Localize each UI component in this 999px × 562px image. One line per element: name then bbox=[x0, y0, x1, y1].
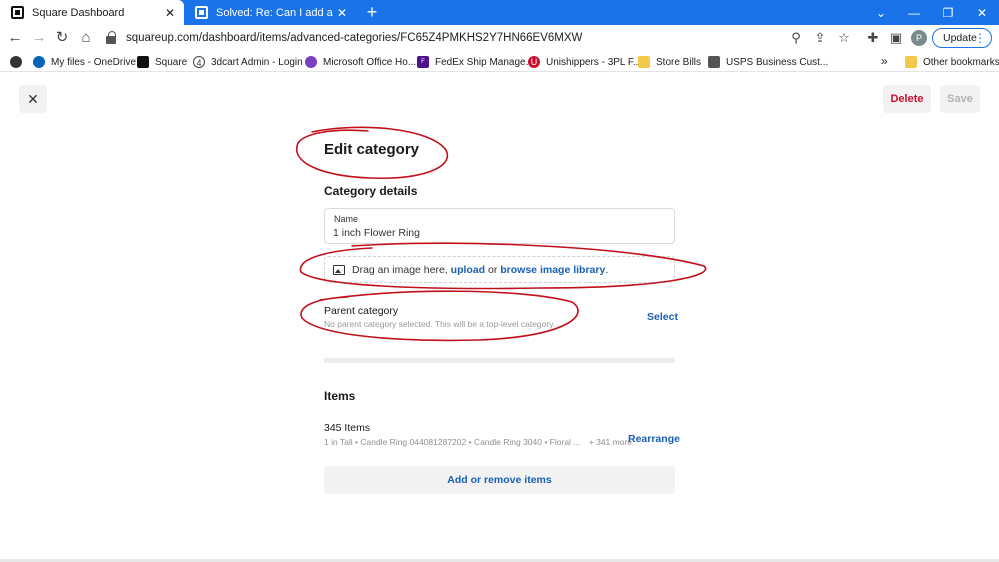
category-details-heading: Category details bbox=[324, 184, 418, 198]
bookmark-label: 3dcart Admin - Login bbox=[211, 56, 303, 68]
bookmark-fedex[interactable]: F FedEx Ship Manage... bbox=[417, 55, 534, 69]
bookmark-square[interactable]: Square bbox=[137, 55, 187, 69]
bookmark-microsoft-office[interactable]: Microsoft Office Ho... bbox=[305, 55, 416, 69]
square-logo-icon bbox=[137, 56, 149, 68]
tab-strip: Square Dashboard ✕ Solved: Re: Can I add… bbox=[0, 0, 999, 25]
items-preview-text: 1 in Tall • Candle Ring 044081287202 • C… bbox=[324, 437, 581, 447]
delete-button[interactable]: Delete bbox=[883, 85, 931, 113]
tab-close-icon[interactable]: ✕ bbox=[162, 6, 178, 20]
minimize-icon[interactable]: — bbox=[897, 0, 931, 25]
bookmark-label: Other bookmarks bbox=[923, 56, 999, 68]
name-field[interactable]: Name bbox=[324, 208, 675, 244]
bookmark-store-bills[interactable]: Store Bills bbox=[638, 55, 701, 69]
save-button[interactable]: Save bbox=[940, 85, 980, 113]
image-icon bbox=[333, 264, 345, 275]
folder-icon bbox=[638, 56, 650, 68]
side-panel-icon[interactable]: ▣ bbox=[887, 29, 905, 47]
url-text: squareup.com/dashboard/items/advanced-ca… bbox=[126, 32, 583, 44]
bookmark-unishippers[interactable]: U Unishippers - 3PL F... bbox=[528, 55, 641, 69]
items-more-count: + 341 more bbox=[588, 437, 633, 447]
bookmark-onedrive[interactable]: My files - OneDrive bbox=[33, 55, 136, 69]
office-icon bbox=[305, 56, 317, 68]
tab-square-dashboard[interactable]: Square Dashboard ✕ bbox=[0, 0, 184, 25]
bookmark-3dcart[interactable]: 4 3dcart Admin - Login bbox=[193, 55, 303, 69]
bookmark-label: Store Bills bbox=[656, 56, 702, 68]
dropzone-or: or bbox=[488, 263, 498, 276]
tab-search-icon[interactable]: ⌄ bbox=[864, 0, 898, 25]
bookmarks-bar: My files - OneDrive Square 4 3dcart Admi… bbox=[0, 52, 999, 72]
profile-avatar[interactable]: P bbox=[911, 30, 927, 46]
browser-window: Square Dashboard ✕ Solved: Re: Can I add… bbox=[0, 0, 999, 562]
bookmark-label: Unishippers - 3PL F... bbox=[546, 56, 642, 68]
folder-icon bbox=[905, 56, 917, 68]
menu-dots-icon[interactable]: ⋮ bbox=[974, 29, 986, 47]
page-title: Edit category bbox=[324, 141, 420, 158]
new-tab-button[interactable]: + bbox=[362, 2, 382, 22]
parent-category-title: Parent category bbox=[324, 305, 399, 317]
tab-close-icon[interactable]: ✕ bbox=[334, 6, 350, 20]
bookmark-label: Microsoft Office Ho... bbox=[323, 56, 417, 68]
parent-category-subtitle: No parent category selected. This will b… bbox=[324, 319, 556, 329]
chrome-icon bbox=[10, 56, 22, 68]
browse-library-link[interactable]: browse image library bbox=[500, 264, 605, 276]
restore-icon[interactable]: ❐ bbox=[931, 0, 965, 25]
window-close-icon[interactable]: ✕ bbox=[965, 0, 999, 25]
3dcart-icon: 4 bbox=[193, 56, 205, 68]
close-icon[interactable]: ✕ bbox=[19, 85, 47, 113]
home-icon[interactable]: ⌂ bbox=[77, 29, 95, 47]
zoom-icon[interactable]: ⚲ bbox=[787, 29, 805, 47]
items-count: 345 Items bbox=[324, 422, 371, 434]
address-bar[interactable]: squareup.com/dashboard/items/advanced-ca… bbox=[106, 27, 858, 49]
update-button[interactable]: Update ⋮ bbox=[932, 28, 992, 48]
bookmark-label: Square bbox=[155, 56, 188, 68]
fedex-icon: F bbox=[417, 56, 429, 68]
bookmarks-overflow-icon[interactable]: » bbox=[881, 54, 888, 68]
back-icon[interactable]: ← bbox=[6, 29, 24, 47]
tab-title: Solved: Re: Can I add a photo to bbox=[216, 6, 334, 19]
items-heading: Items bbox=[324, 389, 356, 403]
bookmark-chrome-icon[interactable] bbox=[10, 55, 28, 69]
bookmark-label: FedEx Ship Manage... bbox=[435, 56, 534, 68]
bookmark-star-icon[interactable]: ☆ bbox=[835, 29, 853, 47]
forward-icon[interactable]: → bbox=[30, 29, 48, 47]
square-logo-icon bbox=[11, 6, 24, 19]
items-preview: 1 in Tall • Candle Ring 044081287202 • C… bbox=[324, 437, 632, 447]
section-divider bbox=[324, 358, 675, 363]
add-remove-items-button[interactable]: Add or remove items bbox=[324, 466, 675, 494]
usps-icon bbox=[708, 56, 720, 68]
name-field-label: Name bbox=[334, 214, 359, 224]
onedrive-icon bbox=[33, 56, 45, 68]
bookmark-other[interactable]: Other bookmarks bbox=[905, 55, 999, 69]
image-dropzone[interactable]: Drag an image here, upload or browse ima… bbox=[324, 256, 675, 283]
bookmark-usps[interactable]: USPS Business Cust... bbox=[708, 55, 828, 69]
tab-community-post[interactable]: Solved: Re: Can I add a photo to ✕ bbox=[184, 0, 356, 25]
upload-link[interactable]: upload bbox=[451, 264, 485, 276]
bookmark-label: USPS Business Cust... bbox=[726, 56, 829, 68]
lock-icon bbox=[106, 31, 118, 45]
name-input[interactable] bbox=[333, 227, 663, 239]
reload-icon[interactable]: ↻ bbox=[53, 29, 71, 47]
dropzone-suffix: . bbox=[605, 263, 609, 276]
select-parent-button[interactable]: Select bbox=[647, 311, 678, 323]
dropzone-prefix: Drag an image here, bbox=[352, 263, 448, 276]
rearrange-button[interactable]: Rearrange bbox=[628, 433, 680, 445]
unishippers-icon: U bbox=[528, 56, 540, 68]
browser-toolbar: ← → ↻ ⌂ squareup.com/dashboard/items/adv… bbox=[0, 25, 999, 52]
update-label: Update bbox=[943, 32, 977, 44]
square-logo-icon bbox=[195, 6, 208, 19]
bookmark-label: My files - OneDrive bbox=[51, 56, 137, 68]
share-icon[interactable]: ⇪ bbox=[811, 29, 829, 47]
extensions-icon[interactable]: ✚ bbox=[864, 29, 882, 47]
tab-title: Square Dashboard bbox=[32, 6, 125, 19]
